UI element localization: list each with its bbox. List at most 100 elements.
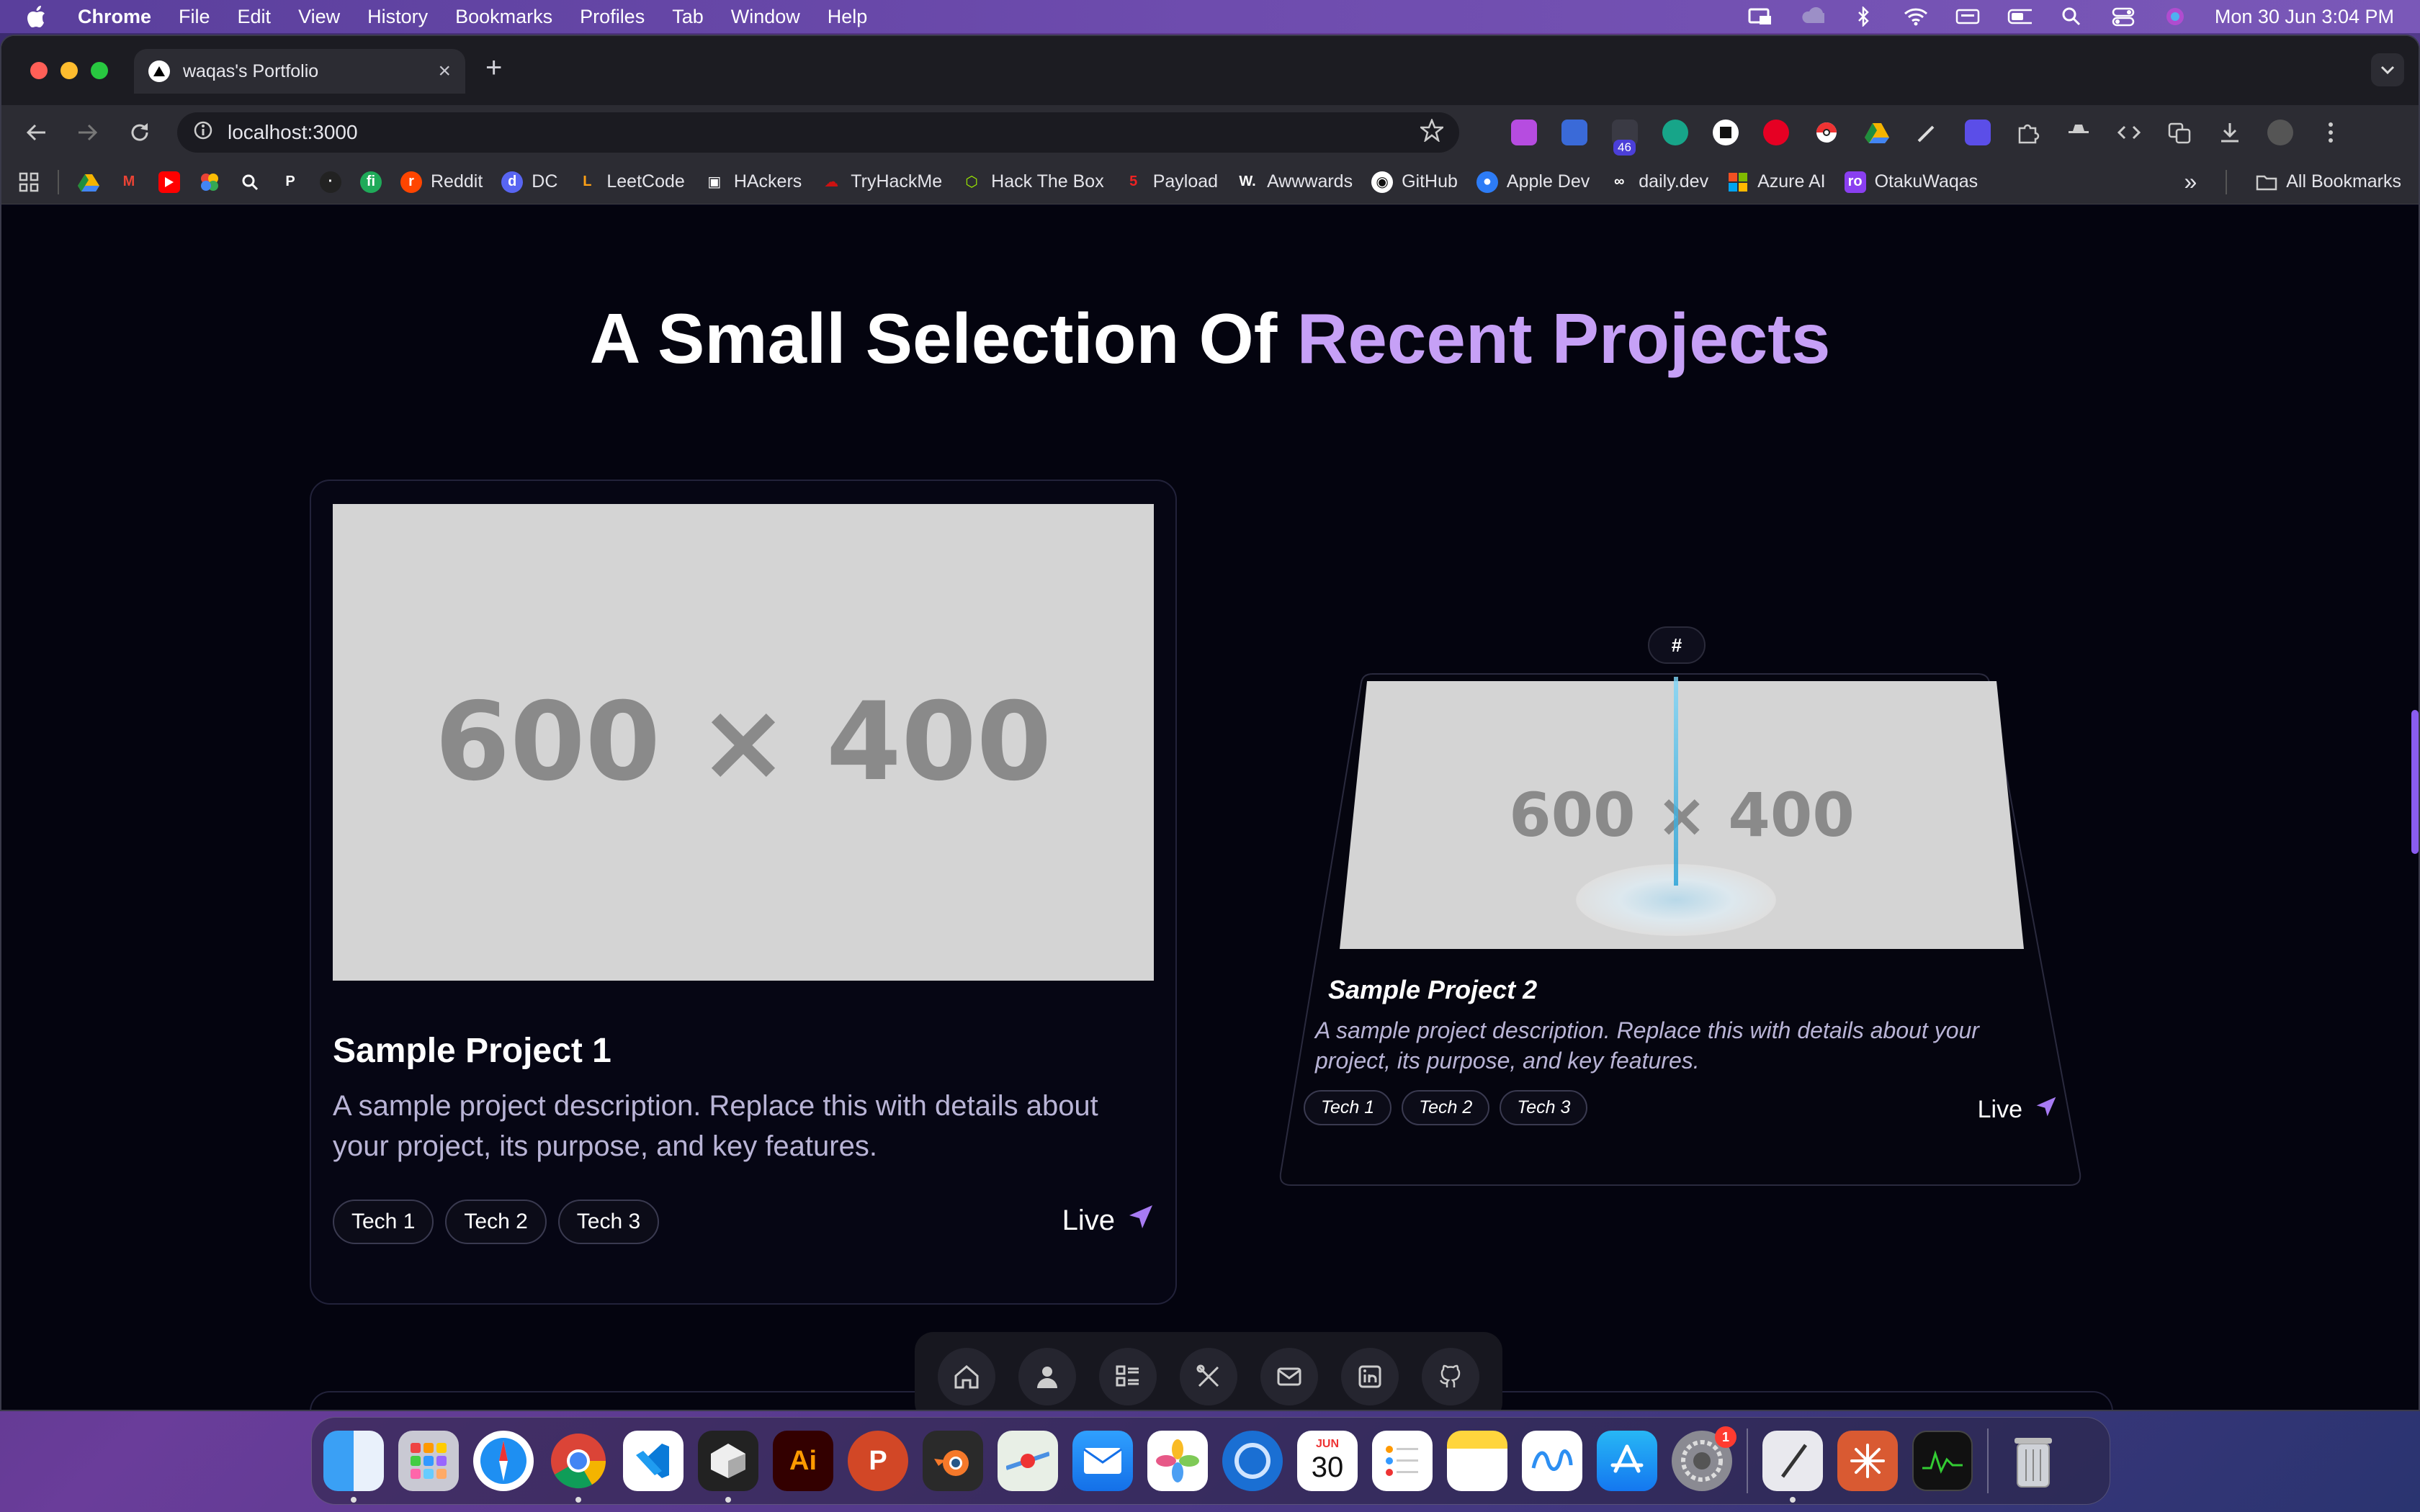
bookmark-reddit[interactable]: r Reddit	[400, 171, 483, 193]
battery-icon[interactable]	[2007, 7, 2032, 26]
zoom-window-button[interactable]	[91, 62, 108, 79]
mail-icon[interactable]	[1260, 1348, 1318, 1405]
downloads-icon[interactable]	[2217, 120, 2243, 145]
chrome-menu-icon[interactable]	[2318, 120, 2344, 145]
pokeball-extension-icon[interactable]	[1814, 120, 1839, 145]
menu-profiles[interactable]: Profiles	[580, 6, 645, 28]
screen-mirroring-icon[interactable]	[1748, 7, 1773, 26]
bookmark-apple-dev[interactable]: ● Apple Dev	[1476, 171, 1590, 193]
app-store-icon[interactable]	[1597, 1431, 1657, 1491]
launchpad-icon[interactable]	[398, 1431, 459, 1491]
forward-button[interactable]	[73, 118, 102, 147]
tools-icon[interactable]	[1180, 1348, 1237, 1405]
finder-icon[interactable]	[323, 1431, 384, 1503]
bookmark-payload[interactable]: 5 Payload	[1123, 171, 1218, 193]
back-button[interactable]	[22, 118, 50, 147]
menu-edit[interactable]: Edit	[238, 6, 272, 28]
extension-code-icon[interactable]	[1662, 120, 1688, 145]
bookmark-dc[interactable]: d DC	[501, 171, 557, 193]
drive-extension-icon[interactable]	[1864, 120, 1890, 145]
bookmark-gmail[interactable]: M	[118, 171, 140, 193]
reload-button[interactable]	[125, 118, 154, 147]
safari-icon[interactable]	[473, 1431, 534, 1491]
extensions-puzzle-icon[interactable]	[2015, 120, 2041, 145]
pinterest-extension-icon[interactable]	[1763, 120, 1789, 145]
new-tab-button[interactable]: +	[485, 52, 502, 84]
bookmark-dot[interactable]: ·	[320, 171, 341, 193]
menu-file[interactable]: File	[179, 6, 210, 28]
translate-icon[interactable]	[2166, 120, 2192, 145]
script-editor-icon[interactable]	[1762, 1431, 1823, 1503]
siri-icon[interactable]	[2163, 7, 2187, 26]
dev-tools-icon[interactable]	[2116, 120, 2142, 145]
projects-icon[interactable]	[1099, 1348, 1157, 1405]
activity-monitor-icon[interactable]	[1912, 1431, 1973, 1491]
home-icon[interactable]	[938, 1348, 995, 1405]
bookmark-dailydev[interactable]: ∞ daily.dev	[1608, 171, 1708, 193]
incognito-extension-icon[interactable]	[2066, 120, 2092, 145]
menu-tab[interactable]: Tab	[672, 6, 704, 28]
live-link[interactable]: Live	[1062, 1204, 1154, 1237]
quicktime-icon[interactable]	[1222, 1431, 1283, 1491]
calendar-icon[interactable]: JUN 30	[1297, 1431, 1358, 1491]
blender-icon[interactable]	[923, 1431, 983, 1491]
menu-help[interactable]: Help	[828, 6, 868, 28]
bookmark-fi[interactable]: fi	[360, 171, 382, 193]
site-info-icon[interactable]	[193, 120, 213, 145]
unity-icon[interactable]	[698, 1431, 758, 1503]
color-picker-extension-icon[interactable]	[1914, 120, 1940, 145]
bookmark-drive[interactable]	[78, 171, 99, 193]
bluetooth-icon[interactable]	[1852, 6, 1876, 27]
page-scrollbar[interactable]	[2411, 710, 2419, 854]
bookmark-hackers[interactable]: ▣ HAckers	[704, 171, 802, 193]
apple-menu-icon[interactable]	[26, 5, 49, 28]
bookmark-otakuwaqas[interactable]: ro OtakuWaqas	[1844, 171, 1978, 193]
apps-grid-icon[interactable]	[19, 172, 39, 192]
pin-badge[interactable]: #	[1648, 626, 1706, 664]
reminders-icon[interactable]	[1372, 1431, 1433, 1491]
extension-docs-icon[interactable]	[1561, 120, 1587, 145]
menu-history[interactable]: History	[367, 6, 428, 28]
system-settings-icon[interactable]: 1	[1672, 1426, 1736, 1491]
project-card-2[interactable]: 600 × 400 # Sample Project 2 A sample pr…	[1275, 626, 2086, 1187]
bookmark-photos[interactable]	[199, 171, 220, 193]
close-tab-icon[interactable]: ×	[438, 59, 451, 84]
extension-1-icon[interactable]	[1511, 120, 1537, 145]
user-icon[interactable]	[1018, 1348, 1076, 1405]
tab-search-button[interactable]	[2371, 53, 2404, 86]
bookmark-azure-ai[interactable]: Azure AI	[1727, 171, 1826, 193]
linkedin-icon[interactable]	[1341, 1348, 1399, 1405]
photos-icon[interactable]	[1147, 1431, 1208, 1491]
notes-icon[interactable]	[1447, 1431, 1507, 1491]
url-text[interactable]: localhost:3000	[228, 121, 358, 144]
menubar-clock[interactable]: Mon 30 Jun 3:04 PM	[2215, 6, 2394, 28]
freeform-icon[interactable]	[1522, 1431, 1582, 1491]
menu-app-name[interactable]: Chrome	[78, 6, 151, 28]
control-center-icon[interactable]	[2111, 7, 2136, 27]
project-card-1[interactable]: 600 × 400 Sample Project 1 A sample proj…	[310, 480, 1177, 1305]
close-window-button[interactable]	[30, 62, 48, 79]
trash-icon[interactable]	[2003, 1431, 2063, 1491]
bookmark-github[interactable]: ◉ GitHub	[1371, 171, 1458, 193]
address-bar[interactable]: localhost:3000	[177, 112, 1459, 153]
powerpoint-icon[interactable]: P	[848, 1431, 908, 1491]
chrome-icon[interactable]	[548, 1431, 609, 1503]
bookmark-awwwards[interactable]: W. Awwwards	[1237, 171, 1353, 193]
active-tab[interactable]: waqas's Portfolio ×	[134, 49, 465, 94]
extension-counter-icon[interactable]: 46	[1612, 120, 1638, 156]
menu-view[interactable]: View	[298, 6, 340, 28]
minimize-window-button[interactable]	[60, 62, 78, 79]
claude-icon[interactable]	[1837, 1431, 1898, 1491]
live-link[interactable]: Live	[1978, 1096, 2057, 1124]
bookmark-p[interactable]: P	[279, 171, 301, 193]
keyboard-input-icon[interactable]	[1955, 7, 1980, 26]
bookmark-hackthebox[interactable]: ⬡ Hack The Box	[961, 171, 1103, 193]
illustrator-icon[interactable]: Ai	[773, 1431, 833, 1491]
wifi-icon[interactable]	[1904, 7, 1928, 26]
bookmark-leetcode[interactable]: L LeetCode	[576, 171, 685, 193]
spotlight-search-icon[interactable]	[2059, 7, 2084, 26]
vscode-icon[interactable]	[623, 1431, 684, 1491]
bookmark-youtube[interactable]	[158, 171, 180, 193]
bookmark-tryhackme[interactable]: ☁ TryHackMe	[820, 171, 942, 193]
profile-avatar-icon[interactable]	[2267, 120, 2293, 145]
